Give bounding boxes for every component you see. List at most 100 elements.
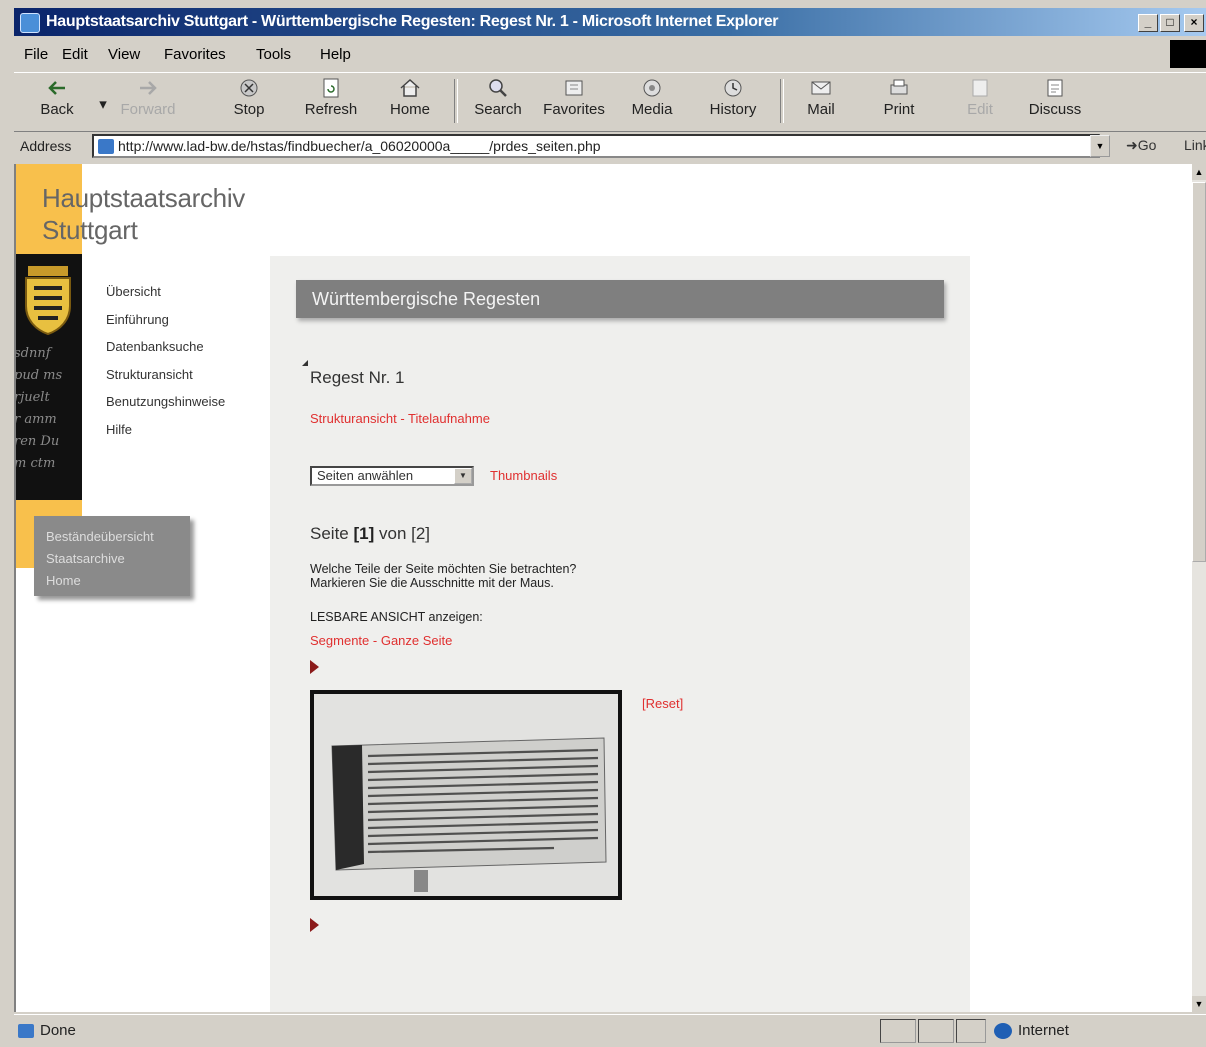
address-dropdown-chevron-icon[interactable]: ▼ [1090,135,1110,157]
thumbnails-link[interactable]: Thumbnails [490,468,557,483]
menu-favorites[interactable]: Favorites [164,46,226,63]
address-input[interactable]: http://www.lad-bw.de/hstas/findbuecher/a… [92,134,1100,158]
expand-arrow-icon[interactable] [310,660,319,674]
links-button[interactable]: Links [1184,137,1206,153]
status-text: Done [40,1022,76,1039]
manuscript-script-decor: pud ms [16,368,63,383]
refresh-icon [323,78,339,98]
home-icon [400,78,420,97]
scrollbar-thumb[interactable] [1192,182,1206,562]
toolbar-separator [780,79,784,123]
vertical-scrollbar[interactable]: ▲ ▼ [1192,164,1206,1012]
favorites-button[interactable]: Favorites [536,77,612,118]
internet-zone-globe-icon [994,1023,1012,1039]
document-scan-canvas [314,694,618,896]
scroll-up-icon[interactable]: ▲ [1192,164,1206,180]
minimize-button[interactable]: _ [1138,14,1158,32]
home-button[interactable]: Home [382,77,438,118]
section-header: Württembergische Regesten [296,280,944,318]
print-button[interactable]: Print [874,77,924,118]
current-page: [1] [353,524,375,543]
readable-view-links: Segmente - Ganze Seite [310,632,452,650]
status-cell [918,1019,954,1043]
page-icon [98,139,114,154]
standard-toolbar: Back ▾ Forward Stop Refresh Home Search … [14,72,1206,132]
history-button[interactable]: History [702,77,764,118]
manuscript-scan [314,694,618,896]
search-icon [489,79,507,97]
mail-button[interactable]: Mail [796,77,846,118]
titelaufnahme-link[interactable]: Titelaufnahme [408,411,490,426]
print-icon [890,79,908,95]
link-separator: - [396,411,409,426]
media-button[interactable]: Media [626,77,678,118]
edit-button[interactable]: Edit [958,77,1002,118]
page-title: Regest Nr. 1 [310,368,405,387]
search-button[interactable]: Search [466,77,530,118]
ganze-seite-link[interactable]: Ganze Seite [381,633,453,648]
window-title: Hauptstaatsarchiv Stuttgart - Württember… [46,13,779,30]
nav-item-benutzungshinweise[interactable]: Benutzungshinweise [106,394,225,422]
close-button[interactable]: × [1184,14,1204,32]
sidebar-nav: Übersicht Einführung Datenbanksuche Stru… [106,284,225,449]
stop-button[interactable]: Stop [224,77,274,118]
nav-item-datenbanksuche[interactable]: Datenbanksuche [106,339,225,367]
mail-icon [811,81,831,95]
forward-arrow-icon [140,81,157,95]
manuscript-script-decor: sdnnf [16,346,51,361]
menu-item-home[interactable]: Home [46,570,190,592]
discuss-button[interactable]: Discuss [1020,77,1090,118]
address-bar: Address http://www.lad-bw.de/hstas/findb… [14,131,1206,163]
site-title[interactable]: Hauptstaatsarchiv Stuttgart [42,182,245,246]
forward-button[interactable]: Forward [118,77,178,118]
nav-item-einfuehrung[interactable]: Einführung [106,312,225,340]
menu-item-staatsarchive[interactable]: Staatsarchive [46,548,190,570]
discuss-icon [1047,79,1063,97]
windows-logo-throbber [1170,40,1206,68]
address-label: Address [20,138,72,154]
coat-of-arms-icon [25,266,71,336]
media-icon [643,79,661,97]
document-scan-image[interactable] [310,690,622,900]
security-zone: Internet [1018,1022,1069,1039]
secondary-menu: Beständeübersicht Staatsarchive Home [34,516,190,596]
corner-marker [302,360,308,366]
status-cell [880,1019,916,1043]
reset-link[interactable]: [Reset] [642,696,683,711]
link-separator: - [369,633,381,648]
selection-instructions: Welche Teile der Seite möchten Sie betra… [310,562,577,590]
manuscript-script-decor: ren Du [16,434,60,449]
menu-view[interactable]: View [108,46,140,63]
favorites-icon [565,80,583,96]
back-button[interactable]: Back [32,77,82,118]
menu-bar: File Edit View Favorites Tools Help [14,36,1206,72]
page-viewport: Hauptstaatsarchiv Stuttgart sdnnf pud ms… [14,164,1192,1012]
maximize-button[interactable]: □ [1160,14,1180,32]
menu-item-bestaendeuebersicht[interactable]: Beständeübersicht [46,526,190,548]
strukturansicht-link[interactable]: Strukturansicht [310,411,397,426]
nav-item-hilfe[interactable]: Hilfe [106,422,225,450]
select-chevron-down-icon[interactable]: ▼ [454,468,472,484]
stop-icon [240,79,258,97]
history-icon [724,79,742,97]
go-button[interactable]: ➜Go [1126,137,1156,154]
nav-item-uebersicht[interactable]: Übersicht [106,284,225,312]
menu-edit[interactable]: Edit [62,46,88,63]
scroll-down-icon[interactable]: ▼ [1192,996,1206,1012]
expand-arrow-icon[interactable] [310,918,319,932]
back-dropdown-chevron-icon[interactable]: ▾ [96,95,110,113]
total-pages-link[interactable]: [2] [411,524,430,543]
page-select[interactable]: Seiten anwählen ▼ [310,466,474,486]
menu-file[interactable]: File [24,46,48,63]
menu-tools[interactable]: Tools [256,46,291,63]
page-done-icon [18,1024,34,1038]
menu-help[interactable]: Help [320,46,351,63]
status-bar: Done Internet [14,1014,1206,1047]
address-url: http://www.lad-bw.de/hstas/findbuecher/a… [118,138,601,154]
internet-explorer-icon [20,13,40,33]
segmente-link[interactable]: Segmente [310,633,369,648]
title-bar: Hauptstaatsarchiv Stuttgart - Württember… [14,8,1206,36]
refresh-button[interactable]: Refresh [296,77,366,118]
page-counter: Seite [1] von [2] [310,524,431,543]
nav-item-strukturansicht[interactable]: Strukturansicht [106,367,225,395]
